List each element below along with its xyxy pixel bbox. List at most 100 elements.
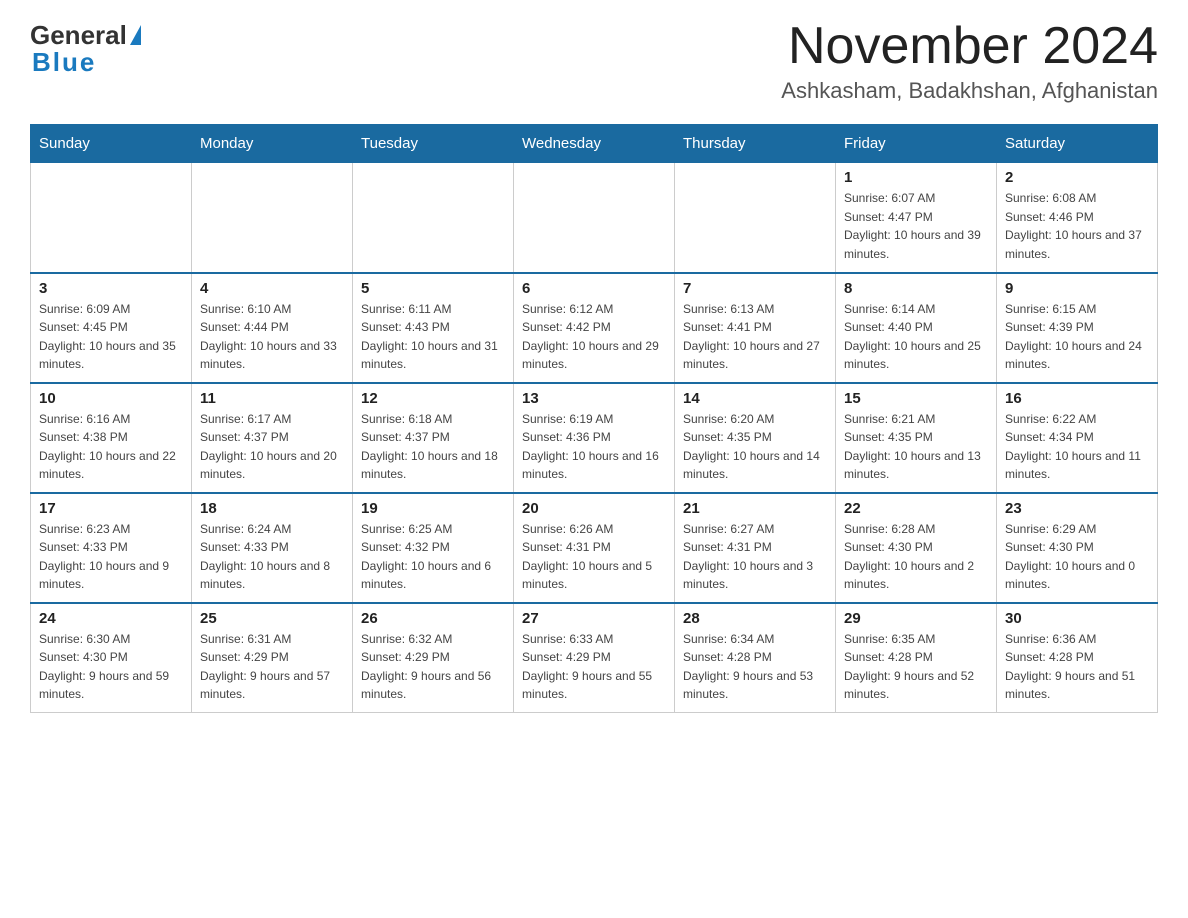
calendar-cell: 23Sunrise: 6:29 AM Sunset: 4:30 PM Dayli… <box>997 493 1158 603</box>
calendar-cell: 9Sunrise: 6:15 AM Sunset: 4:39 PM Daylig… <box>997 273 1158 383</box>
day-info: Sunrise: 6:33 AM Sunset: 4:29 PM Dayligh… <box>522 630 666 704</box>
calendar-cell: 17 Sunrise: 6:23 AM Sunset: 4:33 PM Dayli… <box>31 493 192 603</box>
calendar-cell: 19 Sunrise: 6:25 AM Sunset: 4:32 PM Dayli… <box>353 493 514 603</box>
calendar-cell: 6 Sunrise: 6:12 AM Sunset: 4:42 PM Daylig… <box>514 273 675 383</box>
day-info: Sunrise: 6:26 AM Sunset: 4:31 PM Dayligh… <box>522 520 666 594</box>
calendar-cell <box>675 163 836 273</box>
day-number: 20 <box>522 500 666 517</box>
day-info: Sunrise: 6:28 AM Sunset: 4:30 PM Dayligh… <box>844 520 988 594</box>
day-info: Sunrise: 6:19 AM Sunset: 4:36 PM Dayligh… <box>522 410 666 484</box>
day-info: Sunrise: 6:11 AM Sunset: 4:43 PM Dayligh… <box>361 300 505 374</box>
calendar-cell: 11 Sunrise: 6:17 AM Sunset: 4:37 PM Dayli… <box>192 383 353 493</box>
day-info: Sunrise: 6:24 AM Sunset: 4:33 PM Dayligh… <box>200 520 344 594</box>
calendar-cell: 30 Sunrise: 6:36 AM Sunset: 4:28 PM Dayli… <box>997 603 1158 713</box>
calendar-cell: 18 Sunrise: 6:24 AM Sunset: 4:33 PM Dayli… <box>192 493 353 603</box>
col-header-tuesday: Tuesday <box>353 125 514 163</box>
day-info: Sunrise: 6:30 AM Sunset: 4:30 PM Dayligh… <box>39 630 183 704</box>
day-number: 5 <box>361 280 505 297</box>
calendar-week-5: 24Sunrise: 6:30 AM Sunset: 4:30 PM Dayli… <box>31 603 1158 713</box>
col-header-monday: Monday <box>192 125 353 163</box>
day-number: 6 <box>522 280 666 297</box>
calendar-cell <box>514 163 675 273</box>
location-subtitle: Ashkasham, Badakhshan, Afghanistan <box>781 78 1158 104</box>
calendar-cell: 27 Sunrise: 6:33 AM Sunset: 4:29 PM Dayli… <box>514 603 675 713</box>
calendar-cell: 15Sunrise: 6:21 AM Sunset: 4:35 PM Dayli… <box>836 383 997 493</box>
month-title: November 2024 <box>781 20 1158 72</box>
page-header: General Blue November 2024 Ashkasham, Ba… <box>30 20 1158 104</box>
day-number: 30 <box>1005 610 1149 627</box>
day-info: Sunrise: 6:25 AM Sunset: 4:32 PM Dayligh… <box>361 520 505 594</box>
calendar-week-4: 17 Sunrise: 6:23 AM Sunset: 4:33 PM Dayli… <box>31 493 1158 603</box>
day-number: 23 <box>1005 500 1149 517</box>
calendar-cell: 20 Sunrise: 6:26 AM Sunset: 4:31 PM Dayli… <box>514 493 675 603</box>
day-number: 10 <box>39 390 183 407</box>
day-number: 21 <box>683 500 827 517</box>
day-number: 29 <box>844 610 988 627</box>
title-section: November 2024 Ashkasham, Badakhshan, Afg… <box>781 20 1158 104</box>
calendar-cell: 5 Sunrise: 6:11 AM Sunset: 4:43 PM Daylig… <box>353 273 514 383</box>
day-number: 9 <box>1005 280 1149 297</box>
calendar-cell: 8Sunrise: 6:14 AM Sunset: 4:40 PM Daylig… <box>836 273 997 383</box>
calendar-table: SundayMondayTuesdayWednesdayThursdayFrid… <box>30 124 1158 713</box>
calendar-week-2: 3Sunrise: 6:09 AM Sunset: 4:45 PM Daylig… <box>31 273 1158 383</box>
logo-triangle-icon <box>130 25 141 45</box>
calendar-cell: 7 Sunrise: 6:13 AM Sunset: 4:41 PM Daylig… <box>675 273 836 383</box>
day-number: 17 <box>39 500 183 517</box>
calendar-cell: 22 Sunrise: 6:28 AM Sunset: 4:30 PM Dayli… <box>836 493 997 603</box>
calendar-cell <box>192 163 353 273</box>
calendar-cell: 29Sunrise: 6:35 AM Sunset: 4:28 PM Dayli… <box>836 603 997 713</box>
calendar-cell: 24Sunrise: 6:30 AM Sunset: 4:30 PM Dayli… <box>31 603 192 713</box>
day-number: 28 <box>683 610 827 627</box>
day-number: 2 <box>1005 169 1149 186</box>
calendar-cell: 13 Sunrise: 6:19 AM Sunset: 4:36 PM Dayli… <box>514 383 675 493</box>
day-number: 22 <box>844 500 988 517</box>
calendar-cell: 1 Sunrise: 6:07 AM Sunset: 4:47 PM Daylig… <box>836 163 997 273</box>
calendar-cell <box>31 163 192 273</box>
day-info: Sunrise: 6:17 AM Sunset: 4:37 PM Dayligh… <box>200 410 344 484</box>
day-info: Sunrise: 6:22 AM Sunset: 4:34 PM Dayligh… <box>1005 410 1149 484</box>
logo-blue-text: Blue <box>32 47 96 78</box>
day-info: Sunrise: 6:34 AM Sunset: 4:28 PM Dayligh… <box>683 630 827 704</box>
day-info: Sunrise: 6:13 AM Sunset: 4:41 PM Dayligh… <box>683 300 827 374</box>
day-number: 11 <box>200 390 344 407</box>
day-info: Sunrise: 6:27 AM Sunset: 4:31 PM Dayligh… <box>683 520 827 594</box>
day-number: 27 <box>522 610 666 627</box>
calendar-cell: 4 Sunrise: 6:10 AM Sunset: 4:44 PM Daylig… <box>192 273 353 383</box>
day-info: Sunrise: 6:36 AM Sunset: 4:28 PM Dayligh… <box>1005 630 1149 704</box>
calendar-week-3: 10 Sunrise: 6:16 AM Sunset: 4:38 PM Dayli… <box>31 383 1158 493</box>
day-number: 13 <box>522 390 666 407</box>
calendar-cell: 21 Sunrise: 6:27 AM Sunset: 4:31 PM Dayli… <box>675 493 836 603</box>
calendar-cell: 14Sunrise: 6:20 AM Sunset: 4:35 PM Dayli… <box>675 383 836 493</box>
day-number: 15 <box>844 390 988 407</box>
day-info: Sunrise: 6:12 AM Sunset: 4:42 PM Dayligh… <box>522 300 666 374</box>
calendar-cell: 25 Sunrise: 6:31 AM Sunset: 4:29 PM Dayli… <box>192 603 353 713</box>
day-number: 26 <box>361 610 505 627</box>
day-info: Sunrise: 6:31 AM Sunset: 4:29 PM Dayligh… <box>200 630 344 704</box>
day-info: Sunrise: 6:18 AM Sunset: 4:37 PM Dayligh… <box>361 410 505 484</box>
day-info: Sunrise: 6:10 AM Sunset: 4:44 PM Dayligh… <box>200 300 344 374</box>
day-number: 16 <box>1005 390 1149 407</box>
calendar-cell: 26 Sunrise: 6:32 AM Sunset: 4:29 PM Dayli… <box>353 603 514 713</box>
day-number: 14 <box>683 390 827 407</box>
day-info: Sunrise: 6:16 AM Sunset: 4:38 PM Dayligh… <box>39 410 183 484</box>
calendar-cell <box>353 163 514 273</box>
calendar-cell: 28 Sunrise: 6:34 AM Sunset: 4:28 PM Dayli… <box>675 603 836 713</box>
col-header-thursday: Thursday <box>675 125 836 163</box>
day-info: Sunrise: 6:08 AM Sunset: 4:46 PM Dayligh… <box>1005 189 1149 263</box>
col-header-sunday: Sunday <box>31 125 192 163</box>
day-info: Sunrise: 6:09 AM Sunset: 4:45 PM Dayligh… <box>39 300 183 374</box>
day-number: 4 <box>200 280 344 297</box>
day-number: 1 <box>844 169 988 186</box>
day-number: 18 <box>200 500 344 517</box>
day-number: 25 <box>200 610 344 627</box>
day-number: 7 <box>683 280 827 297</box>
day-number: 8 <box>844 280 988 297</box>
calendar-cell: 16 Sunrise: 6:22 AM Sunset: 4:34 PM Dayli… <box>997 383 1158 493</box>
day-info: Sunrise: 6:23 AM Sunset: 4:33 PM Dayligh… <box>39 520 183 594</box>
day-number: 19 <box>361 500 505 517</box>
calendar-cell: 2 Sunrise: 6:08 AM Sunset: 4:46 PM Daylig… <box>997 163 1158 273</box>
day-info: Sunrise: 6:07 AM Sunset: 4:47 PM Dayligh… <box>844 189 988 263</box>
day-info: Sunrise: 6:32 AM Sunset: 4:29 PM Dayligh… <box>361 630 505 704</box>
col-header-wednesday: Wednesday <box>514 125 675 163</box>
col-header-friday: Friday <box>836 125 997 163</box>
